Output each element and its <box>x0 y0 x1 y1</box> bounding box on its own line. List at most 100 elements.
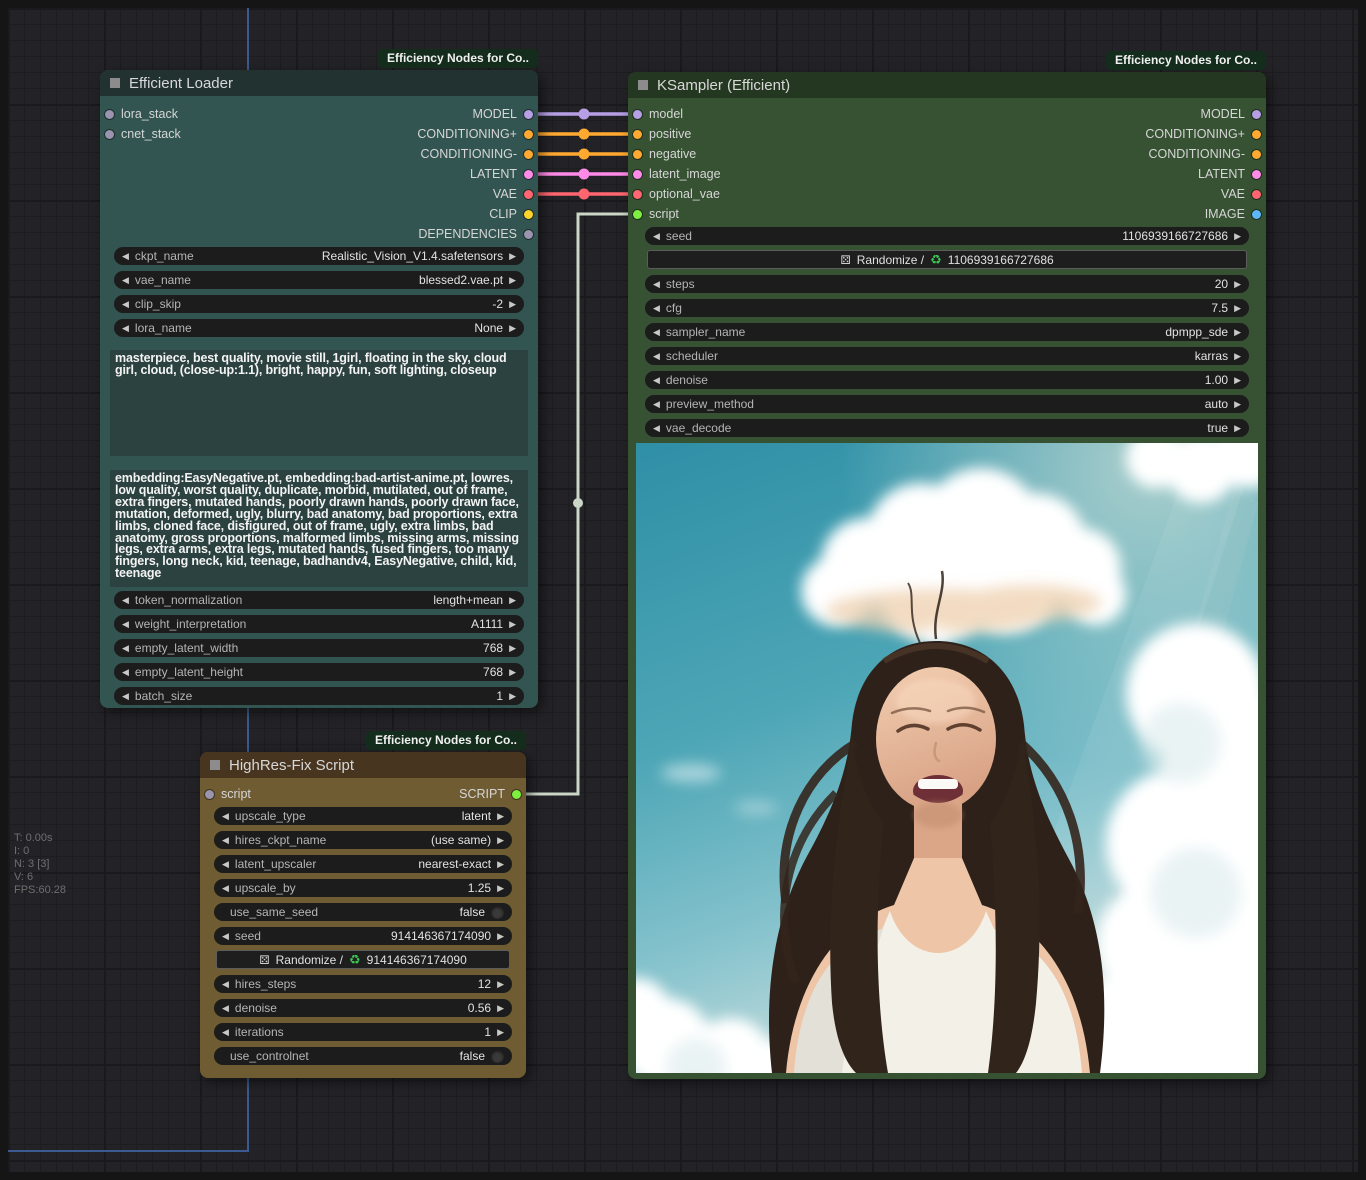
port-dot[interactable] <box>1252 170 1261 179</box>
left-arrow-icon[interactable]: ◀ <box>122 620 129 629</box>
left-arrow-icon[interactable]: ◀ <box>653 328 660 337</box>
left-arrow-icon[interactable]: ◀ <box>122 596 129 605</box>
right-arrow-icon[interactable]: ▶ <box>1234 424 1241 433</box>
widget-upscale_type[interactable]: ◀ upscale_type latent ▶ <box>214 807 512 825</box>
randomize-seed-button[interactable]: ⚄ Randomize / ♻ 1106939166727686 <box>647 250 1247 269</box>
left-arrow-icon[interactable]: ◀ <box>653 304 660 313</box>
right-arrow-icon[interactable]: ▶ <box>497 812 504 821</box>
widget-hires_steps[interactable]: ◀ hires_steps 12 ▶ <box>214 975 512 993</box>
node-ksampler-efficient[interactable]: Efficiency Nodes for Co.. KSampler (Effi… <box>628 72 1266 1079</box>
left-arrow-icon[interactable]: ◀ <box>122 252 129 261</box>
widget-cfg[interactable]: ◀ cfg 7.5 ▶ <box>645 299 1249 317</box>
left-arrow-icon[interactable]: ◀ <box>653 352 660 361</box>
left-arrow-icon[interactable]: ◀ <box>122 668 129 677</box>
widget-lora_name[interactable]: ◀ lora_name None ▶ <box>114 319 524 337</box>
right-arrow-icon[interactable]: ▶ <box>509 692 516 701</box>
right-arrow-icon[interactable]: ▶ <box>1234 280 1241 289</box>
right-arrow-icon[interactable]: ▶ <box>497 1004 504 1013</box>
widget-ckpt_name[interactable]: ◀ ckpt_name Realistic_Vision_V1.4.safete… <box>114 247 524 265</box>
right-arrow-icon[interactable]: ▶ <box>1234 352 1241 361</box>
left-arrow-icon[interactable]: ◀ <box>653 280 660 289</box>
port-dot[interactable] <box>1252 150 1261 159</box>
widget-use_controlnet[interactable]: use_controlnet false <box>214 1047 512 1065</box>
port-dot[interactable] <box>524 110 533 119</box>
right-arrow-icon[interactable]: ▶ <box>1234 232 1241 241</box>
toggle-knob[interactable] <box>491 906 504 919</box>
node-title-bar[interactable]: KSampler (Efficient) <box>628 72 1266 98</box>
widget-latent_upscaler[interactable]: ◀ latent_upscaler nearest-exact ▶ <box>214 855 512 873</box>
port-dot[interactable] <box>524 130 533 139</box>
right-arrow-icon[interactable]: ▶ <box>509 300 516 309</box>
widget-vae_decode[interactable]: ◀ vae_decode true ▶ <box>645 419 1249 437</box>
port-dot[interactable] <box>524 230 533 239</box>
widget-sampler_name[interactable]: ◀ sampler_name dpmpp_sde ▶ <box>645 323 1249 341</box>
left-arrow-icon[interactable]: ◀ <box>653 232 660 241</box>
left-arrow-icon[interactable]: ◀ <box>122 644 129 653</box>
positive-prompt-textarea[interactable]: masterpiece, best quality, movie still, … <box>110 350 528 456</box>
toggle-knob[interactable] <box>491 1050 504 1063</box>
left-arrow-icon[interactable]: ◀ <box>222 932 229 941</box>
port-dot[interactable] <box>524 190 533 199</box>
left-arrow-icon[interactable]: ◀ <box>122 276 129 285</box>
left-arrow-icon[interactable]: ◀ <box>653 424 660 433</box>
widget-denoise[interactable]: ◀ denoise 1.00 ▶ <box>645 371 1249 389</box>
port-dot[interactable] <box>524 150 533 159</box>
right-arrow-icon[interactable]: ▶ <box>497 836 504 845</box>
port-dot[interactable] <box>524 210 533 219</box>
node-efficient-loader[interactable]: Efficiency Nodes for Co.. Efficient Load… <box>100 70 538 708</box>
port-dot[interactable] <box>1252 110 1261 119</box>
widget-empty_latent_width[interactable]: ◀ empty_latent_width 768 ▶ <box>114 639 524 657</box>
left-arrow-icon[interactable]: ◀ <box>653 376 660 385</box>
negative-prompt-textarea[interactable]: embedding:EasyNegative.pt, embedding:bad… <box>110 470 528 587</box>
randomize-seed-button[interactable]: ⚄ Randomize / ♻ 914146367174090 <box>216 950 510 969</box>
left-arrow-icon[interactable]: ◀ <box>222 1004 229 1013</box>
graph-canvas[interactable]: T: 0.00s I: 0 N: 3 [3] V: 6 FPS:60.28 Ef… <box>8 8 1358 1172</box>
left-arrow-icon[interactable]: ◀ <box>222 980 229 989</box>
widget-seed[interactable]: ◀ seed 914146367174090 ▶ <box>214 927 512 945</box>
right-arrow-icon[interactable]: ▶ <box>497 980 504 989</box>
port-dot[interactable] <box>524 170 533 179</box>
widget-steps[interactable]: ◀ steps 20 ▶ <box>645 275 1249 293</box>
left-arrow-icon[interactable]: ◀ <box>222 884 229 893</box>
widget-iterations[interactable]: ◀ iterations 1 ▶ <box>214 1023 512 1041</box>
left-arrow-icon[interactable]: ◀ <box>222 1028 229 1037</box>
right-arrow-icon[interactable]: ▶ <box>497 884 504 893</box>
widget-use_same_seed[interactable]: use_same_seed false <box>214 903 512 921</box>
right-arrow-icon[interactable]: ▶ <box>1234 400 1241 409</box>
left-arrow-icon[interactable]: ◀ <box>122 324 129 333</box>
widget-empty_latent_height[interactable]: ◀ empty_latent_height 768 ▶ <box>114 663 524 681</box>
port-dot[interactable] <box>512 790 521 799</box>
left-arrow-icon[interactable]: ◀ <box>222 812 229 821</box>
left-arrow-icon[interactable]: ◀ <box>122 300 129 309</box>
right-arrow-icon[interactable]: ▶ <box>497 860 504 869</box>
right-arrow-icon[interactable]: ▶ <box>509 668 516 677</box>
left-arrow-icon[interactable]: ◀ <box>222 860 229 869</box>
widget-batch_size[interactable]: ◀ batch_size 1 ▶ <box>114 687 524 705</box>
widget-clip_skip[interactable]: ◀ clip_skip -2 ▶ <box>114 295 524 313</box>
right-arrow-icon[interactable]: ▶ <box>509 620 516 629</box>
widget-weight_interpretation[interactable]: ◀ weight_interpretation A1111 ▶ <box>114 615 524 633</box>
port-dot[interactable] <box>1252 130 1261 139</box>
right-arrow-icon[interactable]: ▶ <box>509 276 516 285</box>
widget-scheduler[interactable]: ◀ scheduler karras ▶ <box>645 347 1249 365</box>
node-highres-fix-script[interactable]: Efficiency Nodes for Co.. HighRes-Fix Sc… <box>200 752 526 1078</box>
widget-hires_ckpt_name[interactable]: ◀ hires_ckpt_name (use same) ▶ <box>214 831 512 849</box>
widget-token_normalization[interactable]: ◀ token_normalization length+mean ▶ <box>114 591 524 609</box>
right-arrow-icon[interactable]: ▶ <box>509 252 516 261</box>
port-dot[interactable] <box>1252 190 1261 199</box>
right-arrow-icon[interactable]: ▶ <box>509 596 516 605</box>
widget-seed[interactable]: ◀ seed 1106939166727686 ▶ <box>645 227 1249 245</box>
widget-preview_method[interactable]: ◀ preview_method auto ▶ <box>645 395 1249 413</box>
widget-denoise[interactable]: ◀ denoise 0.56 ▶ <box>214 999 512 1017</box>
port-dot[interactable] <box>1252 210 1261 219</box>
left-arrow-icon[interactable]: ◀ <box>653 400 660 409</box>
right-arrow-icon[interactable]: ▶ <box>497 1028 504 1037</box>
node-title-bar[interactable]: Efficient Loader <box>100 70 538 96</box>
widget-vae_name[interactable]: ◀ vae_name blessed2.vae.pt ▶ <box>114 271 524 289</box>
node-title-bar[interactable]: HighRes-Fix Script <box>200 752 526 778</box>
right-arrow-icon[interactable]: ▶ <box>1234 304 1241 313</box>
right-arrow-icon[interactable]: ▶ <box>509 324 516 333</box>
left-arrow-icon[interactable]: ◀ <box>222 836 229 845</box>
widget-upscale_by[interactable]: ◀ upscale_by 1.25 ▶ <box>214 879 512 897</box>
right-arrow-icon[interactable]: ▶ <box>497 932 504 941</box>
